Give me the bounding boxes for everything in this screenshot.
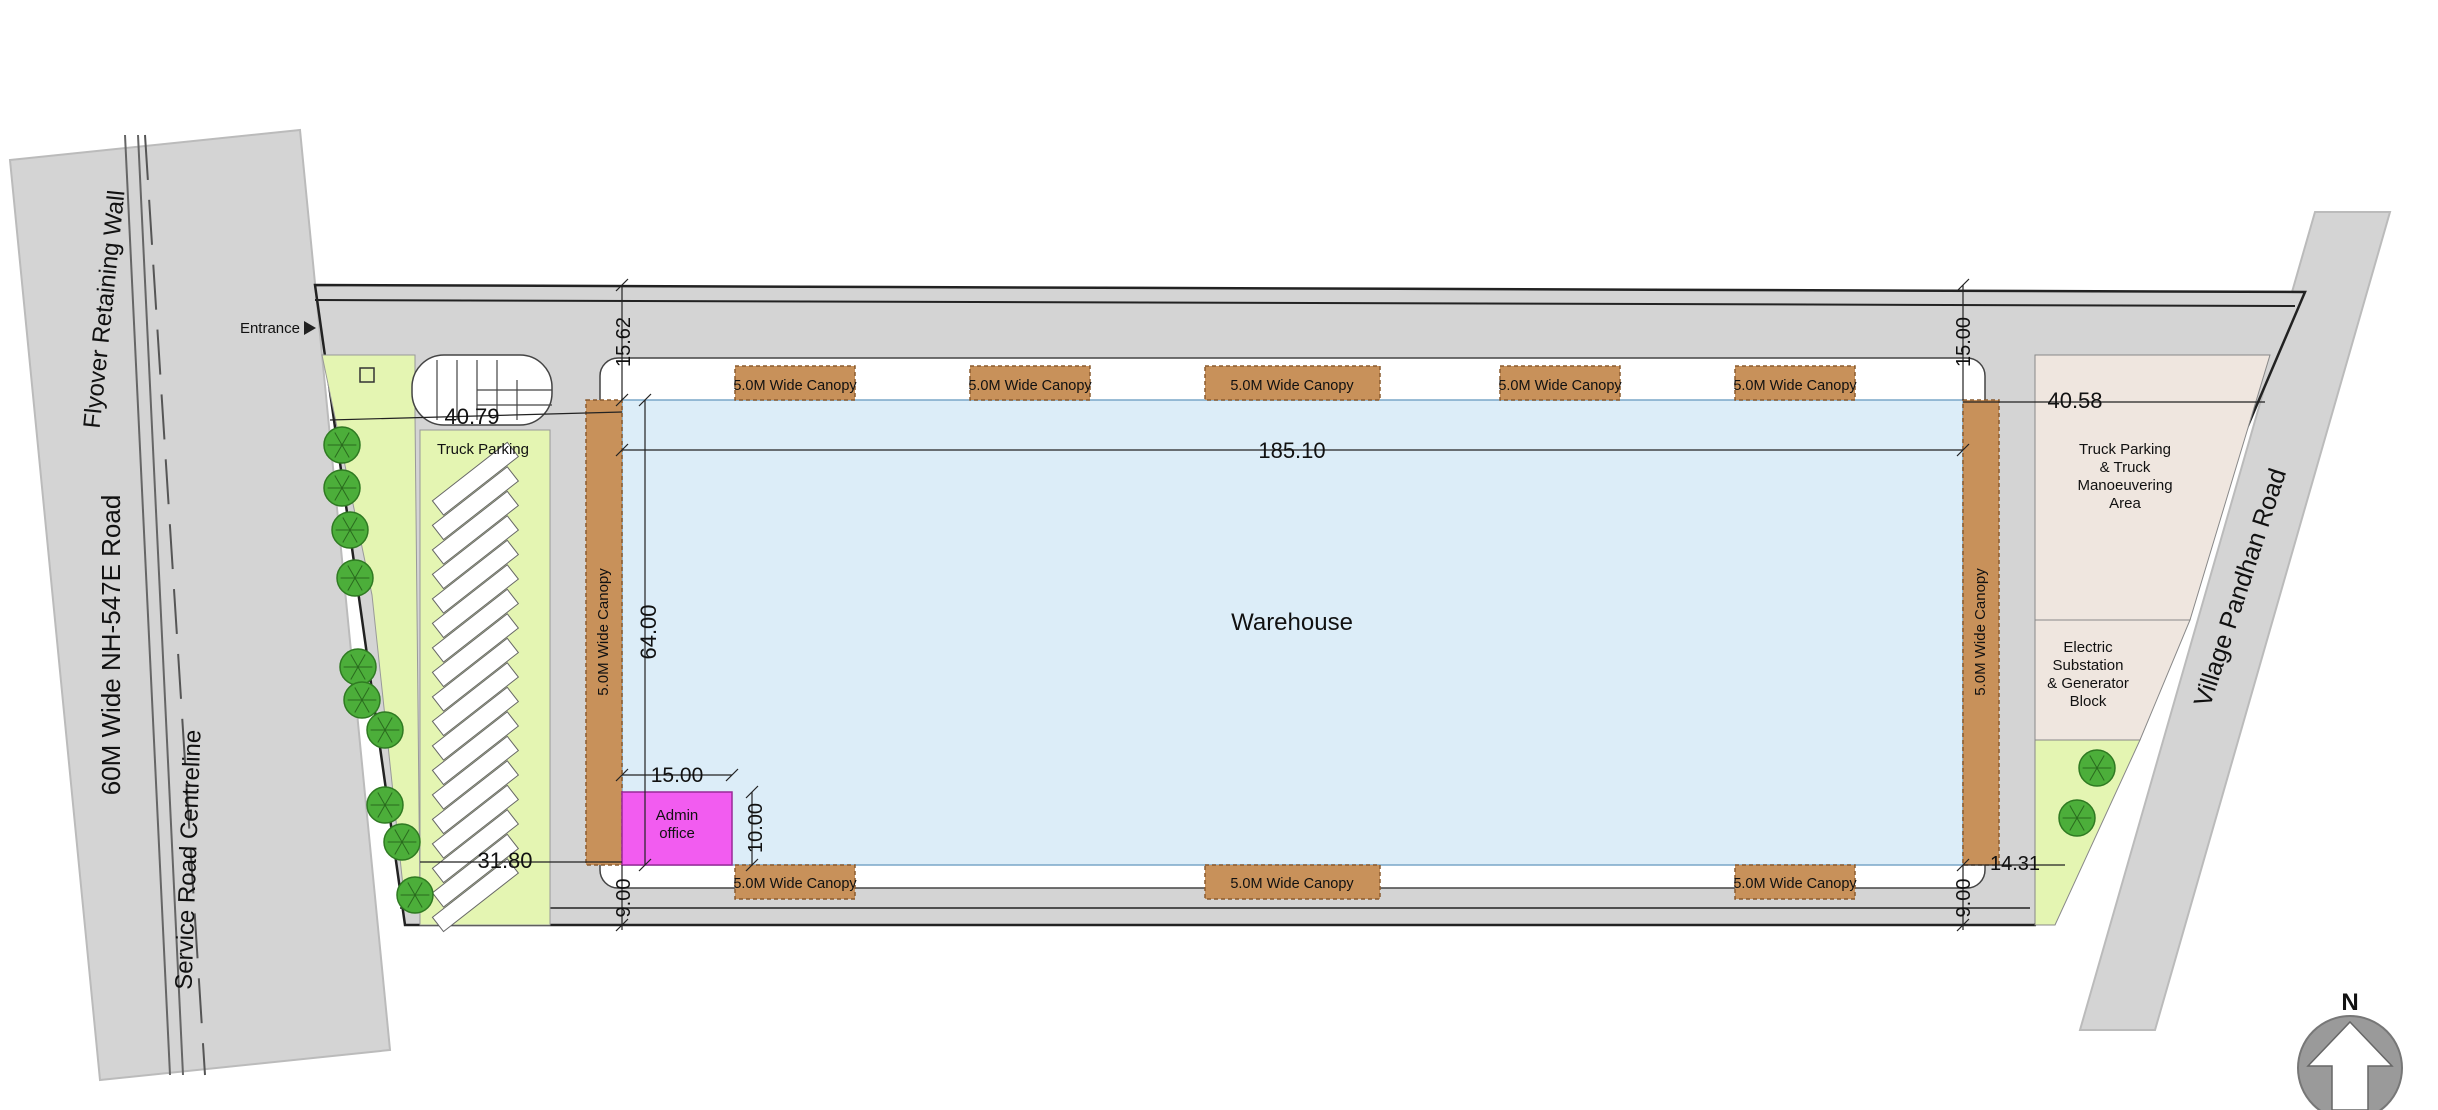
highway-road xyxy=(8,128,392,1082)
canopy-bottom-3-label: 5.0M Wide Canopy xyxy=(1733,876,1857,892)
north-label: N xyxy=(2341,989,2358,1016)
svg-text:Truck Parking: Truck Parking xyxy=(2079,441,2171,458)
tree-icon xyxy=(2078,749,2116,787)
svg-text:& Generator: & Generator xyxy=(2047,675,2129,692)
svg-text:& Truck: & Truck xyxy=(2100,459,2151,476)
dim-east-gap-bottom: 14.31 xyxy=(1990,853,2040,875)
canopy-west-label: 5.0M Wide Canopy xyxy=(595,568,612,696)
tree-icon xyxy=(396,876,434,914)
svg-text:Block: Block xyxy=(2070,693,2107,710)
canopy-top-1: 5.0M Wide Canopy xyxy=(733,365,857,401)
svg-text:Electric: Electric xyxy=(2063,639,2113,656)
canopy-top-4: 5.0M Wide Canopy xyxy=(1498,365,1622,401)
tree-icon xyxy=(323,426,361,464)
canopy-east-label: 5.0M Wide Canopy xyxy=(1972,568,1989,696)
site-plan: Warehouse 5.0M Wide Canopy 5.0M Wide Can… xyxy=(8,128,2403,1110)
canopy-bottom-2: 5.0M Wide Canopy xyxy=(1204,864,1381,900)
tree-icon xyxy=(323,469,361,507)
dim-admin-width: 15.00 xyxy=(651,764,704,787)
svg-text:Substation: Substation xyxy=(2053,657,2124,674)
canopy-top-5: 5.0M Wide Canopy xyxy=(1733,365,1857,401)
dim-east-gap-top: 40.58 xyxy=(2047,388,2102,413)
tree-icon xyxy=(383,823,421,861)
dim-west-gap-top: 40.79 xyxy=(444,404,499,429)
dim-admin-depth: 10.00 xyxy=(745,803,767,853)
tree-icon xyxy=(343,681,381,719)
warehouse-label: Warehouse xyxy=(1231,609,1353,636)
canopy-bottom-2-label: 5.0M Wide Canopy xyxy=(1230,876,1354,892)
dim-warehouse-width: 64.00 xyxy=(636,604,661,659)
tree-icon xyxy=(336,559,374,597)
canopy-top-1-label: 5.0M Wide Canopy xyxy=(733,378,857,394)
admin-label-line2: office xyxy=(659,825,695,842)
tree-icon xyxy=(366,711,404,749)
dim-west-gap-bottom: 31.80 xyxy=(477,848,532,873)
highway-label: 60M Wide NH-547E Road xyxy=(96,495,126,796)
canopy-top-2: 5.0M Wide Canopy xyxy=(968,365,1092,401)
canopy-top-2-label: 5.0M Wide Canopy xyxy=(968,378,1092,394)
canopy-top-4-label: 5.0M Wide Canopy xyxy=(1498,378,1622,394)
dim-warehouse-length: 185.10 xyxy=(1258,438,1325,463)
entrance-label: Entrance xyxy=(240,320,300,337)
admin-label-line1: Admin xyxy=(656,807,699,824)
tree-icon xyxy=(331,511,369,549)
canopy-bottom-1: 5.0M Wide Canopy xyxy=(733,864,857,900)
canopy-bottom-3: 5.0M Wide Canopy xyxy=(1733,864,1857,900)
canopy-top-3-label: 5.0M Wide Canopy xyxy=(1230,378,1354,394)
tree-icon xyxy=(339,648,377,686)
tree-icon xyxy=(366,786,404,824)
svg-text:Area: Area xyxy=(2109,495,2141,512)
dim-rear-setback-left: 9.00 xyxy=(613,879,635,918)
dim-rear-setback-right: 9.00 xyxy=(1953,879,1975,918)
dim-front-setback-right: 15.00 xyxy=(1953,317,1975,367)
truck-parking-left-label: Truck Parking xyxy=(437,441,529,458)
canopy-top-5-label: 5.0M Wide Canopy xyxy=(1733,378,1857,394)
canopy-bottom-1-label: 5.0M Wide Canopy xyxy=(733,876,857,892)
svg-text:Manoeuvering: Manoeuvering xyxy=(2077,477,2172,494)
canopy-top-3: 5.0M Wide Canopy xyxy=(1204,365,1381,401)
dim-front-setback-left: 15.62 xyxy=(613,317,635,367)
tree-icon xyxy=(2058,799,2096,837)
